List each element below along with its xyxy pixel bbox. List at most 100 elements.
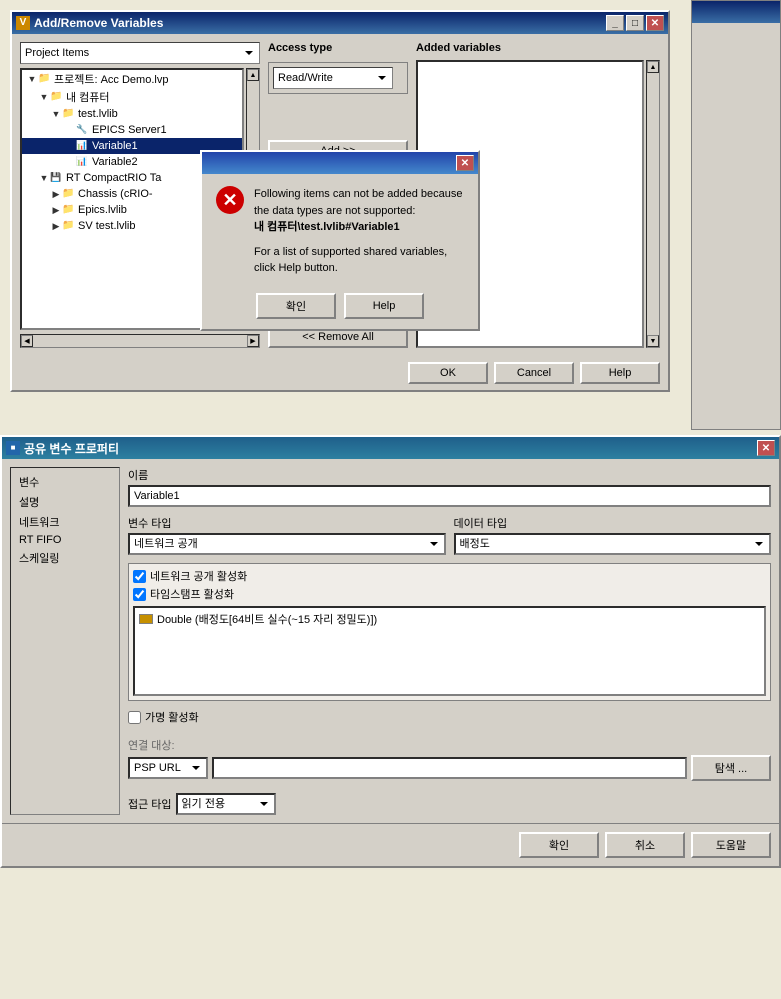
connection-row: PSP URL 탐색 ... [128,755,771,781]
data-type-label: 데이터 타입 [454,515,772,531]
shared-window-title: 공유 변수 프로퍼티 [24,440,119,457]
help-button[interactable]: Help [580,362,660,384]
sidebar-item-var[interactable]: 변수 [15,472,115,492]
browse-button[interactable]: 탐색 ... [691,755,771,781]
folder-icon-2 [62,107,76,121]
scroll-left[interactable]: ◀ [21,335,33,347]
connection-url-input[interactable] [212,757,687,779]
timestamp-row: 타임스탬프 활성화 [133,586,766,602]
var-icon-5 [76,155,90,169]
name-label: 이름 [128,467,771,483]
spacer-4 [64,140,76,152]
shared-help-button[interactable]: 도움말 [691,832,771,858]
maximize-button[interactable]: □ [626,15,644,31]
right-scrollbar[interactable]: ▲ ▼ [646,60,660,348]
error-dialog-footer: 확인 Help [202,289,478,329]
expand-0[interactable]: ▼ [26,73,38,85]
error-close-button[interactable]: ✕ [456,155,474,171]
access-type-label: Access type [268,42,408,54]
tree-row-0[interactable]: ▼ 프로젝트: Acc Demo.lvp [22,70,242,88]
connection-type-select[interactable]: PSP URL [128,757,208,779]
error-content: ✕ Following items can not be added becau… [202,174,478,289]
alias-checkbox[interactable] [128,711,141,724]
data-type-select[interactable]: 배정도 [454,533,772,555]
folder-icon-0 [38,72,52,86]
network-enable-row: 네트워크 공개 활성화 [133,568,766,584]
ok-button[interactable]: OK [408,362,488,384]
access-type-box: Read/Write [268,62,408,94]
project-items-dropdown[interactable]: Project Items [20,42,260,64]
right-scroll-up[interactable]: ▲ [647,61,659,73]
tree-row-2[interactable]: ▼ test.lvlib [22,106,242,122]
type-row: 변수 타입 네트워크 공개 데이터 타입 배정도 [128,515,771,555]
shared-close-button[interactable]: ✕ [757,440,775,456]
sidebar-item-network[interactable]: 네트워크 [15,512,115,532]
error-message: Following items can not be added because… [254,186,463,277]
network-enable-checkbox[interactable] [133,570,146,583]
item-icon-3 [76,123,90,137]
main-window-controls: _ □ ✕ [606,15,664,31]
timestamp-label: 타임스탬프 활성화 [150,586,234,602]
sidebar-item-rtfifo[interactable]: RT FIFO [15,532,115,548]
main-window-icon: V [16,16,30,30]
folder-icon-1 [50,90,64,104]
main-window-footer: OK Cancel Help [12,356,668,390]
var-type-col: 변수 타입 네트워크 공개 [128,515,446,555]
access-type-row: 접근 타입 읽기 전용 [128,793,771,815]
tree-row-1[interactable]: ▼ 내 컴퓨터 [22,88,242,106]
tree-h-scrollbar[interactable]: ◀ ▶ [20,334,260,348]
cancel-button[interactable]: Cancel [494,362,574,384]
timestamp-checkbox[interactable] [133,588,146,601]
error-dialog: ✕ ✕ Following items can not be added bec… [200,150,480,331]
expand-6[interactable]: ▼ [38,172,50,184]
spacer-5 [64,156,76,168]
datatype-listbox: Double (배정도[64비트 실수(~15 자리 정밀도)]) [133,606,766,696]
tree-row-3[interactable]: EPICS Server1 [22,122,242,138]
shared-variables-window: ■ 공유 변수 프로퍼티 ✕ 변수 설명 네트워크 RT FIFO 스케일링 [0,435,781,868]
data-type-col: 데이터 타입 배정도 [454,515,772,555]
datatype-item-double[interactable]: Double (배정도[64비트 실수(~15 자리 정밀도)]) [137,610,762,628]
var-type-label: 변수 타입 [128,515,446,531]
error-help-button[interactable]: Help [344,293,424,319]
var-icon-4 [76,139,90,153]
name-input[interactable] [128,485,771,507]
main-window-title: Add/Remove Variables [34,16,163,30]
var-type-select[interactable]: 네트워크 공개 [128,533,446,555]
folder-icon-7 [62,187,76,201]
close-button[interactable]: ✕ [646,15,664,31]
scroll-right[interactable]: ▶ [247,335,259,347]
folder-icon-8 [62,203,76,217]
checkbox-group: 네트워크 공개 활성화 타임스탬프 활성화 Double (배정도[64비트 실… [128,563,771,701]
expand-9[interactable]: ▶ [50,220,62,232]
error-confirm-button[interactable]: 확인 [256,293,336,319]
shared-ok-button[interactable]: 확인 [519,832,599,858]
error-icon: ✕ [214,186,246,218]
shared-window-icon: ■ [6,441,20,455]
shared-window-content: 변수 설명 네트워크 RT FIFO 스케일링 이름 [2,459,779,823]
expand-2[interactable]: ▼ [50,108,62,120]
access-type-form-select[interactable]: 읽기 전용 [176,793,276,815]
minimize-button[interactable]: _ [606,15,624,31]
shared-cancel-button[interactable]: 취소 [605,832,685,858]
error-dialog-title-text [206,158,209,169]
folder-icon-9 [62,219,76,233]
right-scroll-down[interactable]: ▼ [647,335,659,347]
main-window-title-area: V Add/Remove Variables [16,16,163,30]
connection-label: 연결 대상: [128,737,771,753]
background-app [691,0,781,430]
shared-window-footer: 확인 취소 도움말 [2,823,779,866]
expand-1[interactable]: ▼ [38,91,50,103]
shared-form-area: 이름 변수 타입 네트워크 공개 데이터 타입 배정도 [128,467,771,815]
network-enable-label: 네트워크 공개 활성화 [150,568,247,584]
sidebar-item-scaling[interactable]: 스케일링 [15,548,115,568]
error-dialog-titlebar: ✕ [202,152,478,174]
scroll-up[interactable]: ▲ [247,69,259,81]
expand-8[interactable]: ▶ [50,204,62,216]
spacer-3 [64,124,76,136]
main-window-titlebar: V Add/Remove Variables _ □ ✕ [12,12,668,34]
alias-row: 가명 활성화 [128,709,771,725]
sidebar-item-desc[interactable]: 설명 [15,492,115,512]
expand-7[interactable]: ▶ [50,188,62,200]
access-type-dropdown[interactable]: Read/Write [273,67,393,89]
shared-window-titlebar: ■ 공유 변수 프로퍼티 ✕ [2,437,779,459]
